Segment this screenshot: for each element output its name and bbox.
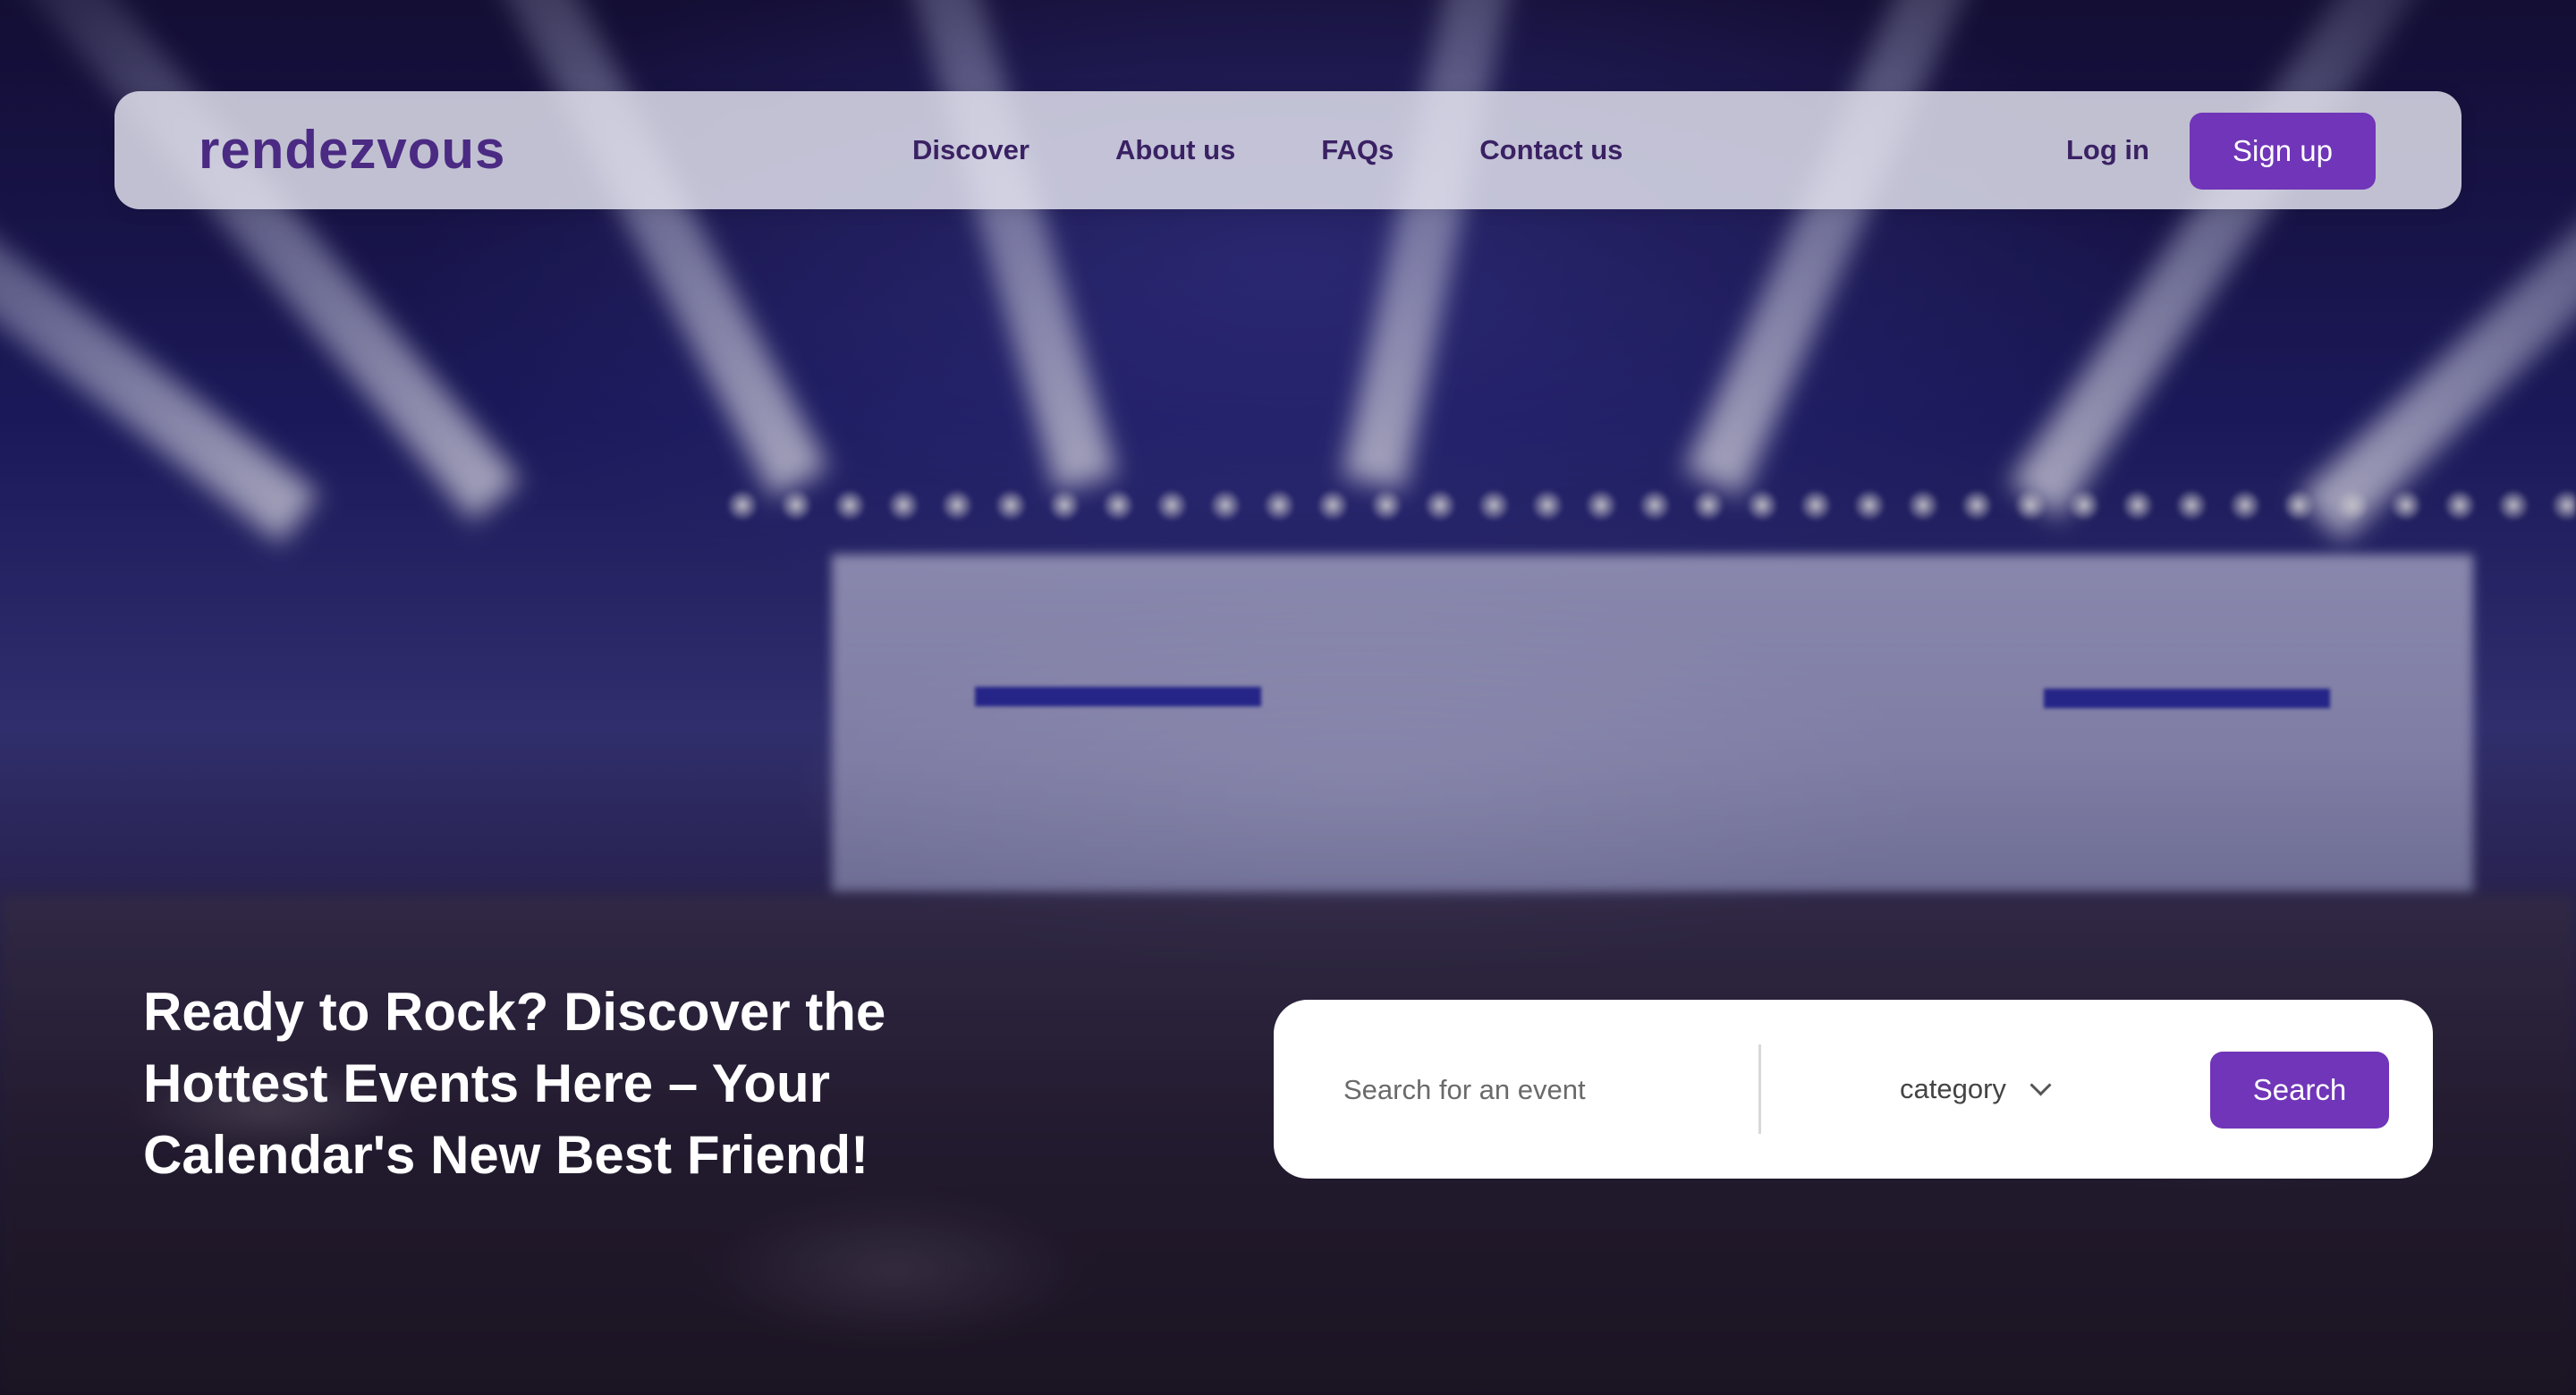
- nav-link-faqs[interactable]: FAQs: [1321, 134, 1394, 166]
- hero-section: rendezvous Discover About us FAQs Contac…: [0, 0, 2576, 1395]
- nav-link-about-us[interactable]: About us: [1115, 134, 1235, 166]
- signup-button[interactable]: Sign up: [2190, 113, 2376, 190]
- category-dropdown[interactable]: category: [1900, 1053, 2052, 1125]
- event-search-bar: category Search: [1274, 1000, 2433, 1179]
- search-divider: [1758, 1044, 1761, 1134]
- chevron-down-icon: [2029, 1073, 2052, 1096]
- event-search-input[interactable]: [1342, 1053, 1739, 1127]
- brand-logo[interactable]: rendezvous: [199, 118, 505, 182]
- category-label: category: [1900, 1073, 2006, 1104]
- nav-link-discover[interactable]: Discover: [912, 134, 1030, 166]
- search-button[interactable]: Search: [2210, 1052, 2389, 1129]
- login-link[interactable]: Log in: [2066, 91, 2149, 209]
- nav-links: Discover About us FAQs Contact us: [912, 91, 1623, 209]
- hero-headline: Ready to Rock? Discover the Hottest Even…: [143, 982, 886, 1185]
- nav-link-contact-us[interactable]: Contact us: [1479, 134, 1623, 166]
- navbar: rendezvous Discover About us FAQs Contac…: [114, 91, 2462, 209]
